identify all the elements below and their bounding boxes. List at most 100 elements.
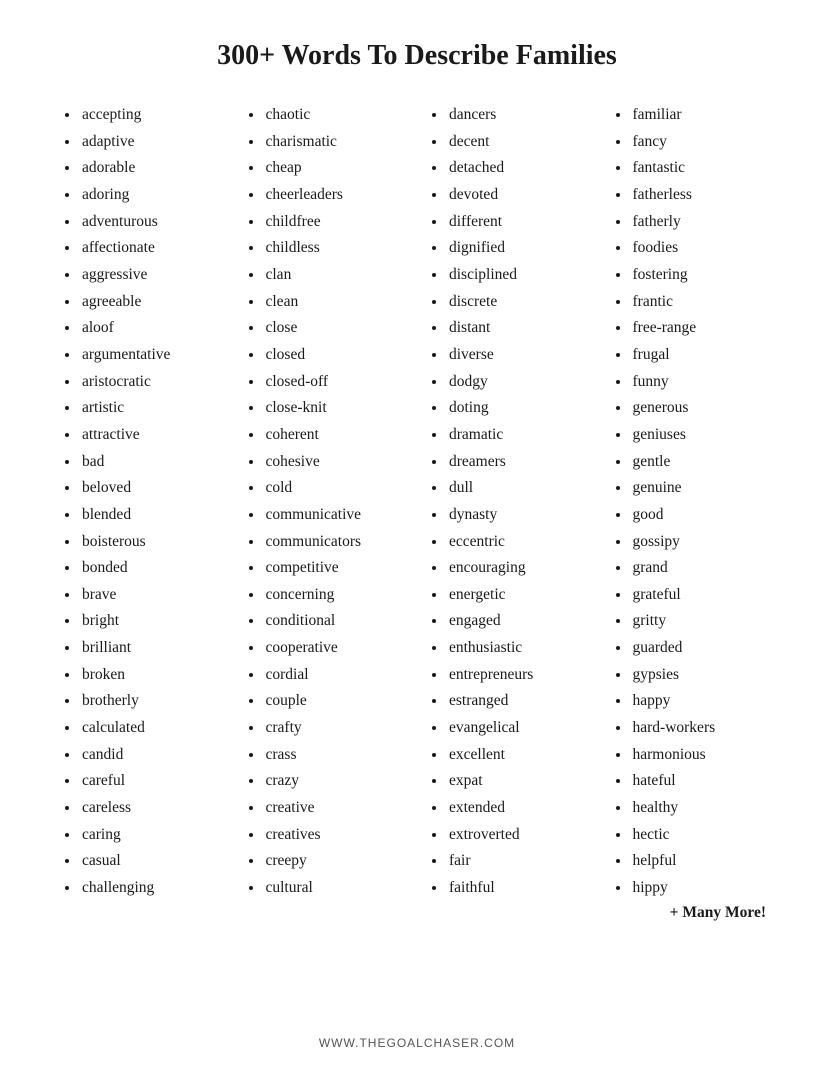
list-item: closed [264, 342, 408, 369]
list-item: couple [264, 688, 408, 715]
list-item: hippy [631, 875, 775, 902]
list-item: grand [631, 555, 775, 582]
list-item: argumentative [80, 342, 224, 369]
list-item: concerning [264, 582, 408, 609]
list-item: bright [80, 608, 224, 635]
list-item: close-knit [264, 395, 408, 422]
list-item: extended [447, 795, 591, 822]
list-item: free-range [631, 315, 775, 342]
list-item: broken [80, 662, 224, 689]
list-item: fair [447, 848, 591, 875]
list-item: adoring [80, 182, 224, 209]
list-item: hateful [631, 768, 775, 795]
word-list-3: dancersdecentdetacheddevoteddifferentdig… [427, 102, 591, 902]
list-item: caring [80, 822, 224, 849]
list-item: clean [264, 289, 408, 316]
list-item: cordial [264, 662, 408, 689]
list-item: bad [80, 449, 224, 476]
list-item: conditional [264, 608, 408, 635]
list-item: doting [447, 395, 591, 422]
list-item: boisterous [80, 529, 224, 556]
list-item: helpful [631, 848, 775, 875]
list-item: creative [264, 795, 408, 822]
list-item: generous [631, 395, 775, 422]
list-item: faithful [447, 875, 591, 902]
list-item: guarded [631, 635, 775, 662]
list-item: crazy [264, 768, 408, 795]
list-item: entrepreneurs [447, 662, 591, 689]
list-item: artistic [80, 395, 224, 422]
list-item: excellent [447, 742, 591, 769]
list-item: fantastic [631, 155, 775, 182]
list-item: brilliant [80, 635, 224, 662]
list-item: genuine [631, 475, 775, 502]
list-item: estranged [447, 688, 591, 715]
list-item: grateful [631, 582, 775, 609]
list-item: energetic [447, 582, 591, 609]
list-item: extroverted [447, 822, 591, 849]
list-item: fatherless [631, 182, 775, 209]
list-item: affectionate [80, 235, 224, 262]
list-item: cheap [264, 155, 408, 182]
column-4: familiarfancyfantasticfatherlessfatherly… [601, 102, 785, 1016]
list-item: adventurous [80, 209, 224, 236]
list-item: beloved [80, 475, 224, 502]
list-item: careless [80, 795, 224, 822]
list-item: expat [447, 768, 591, 795]
list-item: engaged [447, 608, 591, 635]
list-item: detached [447, 155, 591, 182]
list-item: cold [264, 475, 408, 502]
list-item: gritty [631, 608, 775, 635]
list-item: crafty [264, 715, 408, 742]
list-item: encouraging [447, 555, 591, 582]
list-item: candid [80, 742, 224, 769]
list-item: cooperative [264, 635, 408, 662]
list-item: distant [447, 315, 591, 342]
list-item: cheerleaders [264, 182, 408, 209]
list-item: dynasty [447, 502, 591, 529]
list-item: dignified [447, 235, 591, 262]
column-1: acceptingadaptiveadorableadoringadventur… [50, 102, 234, 1016]
list-item: disciplined [447, 262, 591, 289]
word-list-1: acceptingadaptiveadorableadoringadventur… [60, 102, 224, 902]
list-item: dodgy [447, 369, 591, 396]
page: 300+ Words To Describe Families acceptin… [0, 0, 834, 1080]
list-item: agreeable [80, 289, 224, 316]
list-item: fancy [631, 129, 775, 156]
footer: WWW.THEGOALCHASER.COM [319, 1036, 515, 1050]
list-item: crass [264, 742, 408, 769]
list-item: discrete [447, 289, 591, 316]
list-item: communicative [264, 502, 408, 529]
list-item: dull [447, 475, 591, 502]
list-item: close [264, 315, 408, 342]
list-item: closed-off [264, 369, 408, 396]
list-item: charismatic [264, 129, 408, 156]
list-item: fostering [631, 262, 775, 289]
list-item: gentle [631, 449, 775, 476]
list-item: dancers [447, 102, 591, 129]
list-item: fatherly [631, 209, 775, 236]
list-item: calculated [80, 715, 224, 742]
list-item: happy [631, 688, 775, 715]
list-item: aristocratic [80, 369, 224, 396]
list-item: childfree [264, 209, 408, 236]
list-item: geniuses [631, 422, 775, 449]
list-item: gossipy [631, 529, 775, 556]
list-item: coherent [264, 422, 408, 449]
list-item: blended [80, 502, 224, 529]
list-item: dramatic [447, 422, 591, 449]
list-item: evangelical [447, 715, 591, 742]
page-title: 300+ Words To Describe Families [217, 40, 617, 72]
word-list-4: familiarfancyfantasticfatherlessfatherly… [611, 102, 775, 902]
list-item: brotherly [80, 688, 224, 715]
list-item: frantic [631, 289, 775, 316]
word-list-2: chaoticcharismaticcheapcheerleaderschild… [244, 102, 408, 902]
list-item: creepy [264, 848, 408, 875]
list-item: accepting [80, 102, 224, 129]
list-item: healthy [631, 795, 775, 822]
list-item: childless [264, 235, 408, 262]
list-item: casual [80, 848, 224, 875]
list-item: familiar [631, 102, 775, 129]
list-item: gypsies [631, 662, 775, 689]
list-item: eccentric [447, 529, 591, 556]
